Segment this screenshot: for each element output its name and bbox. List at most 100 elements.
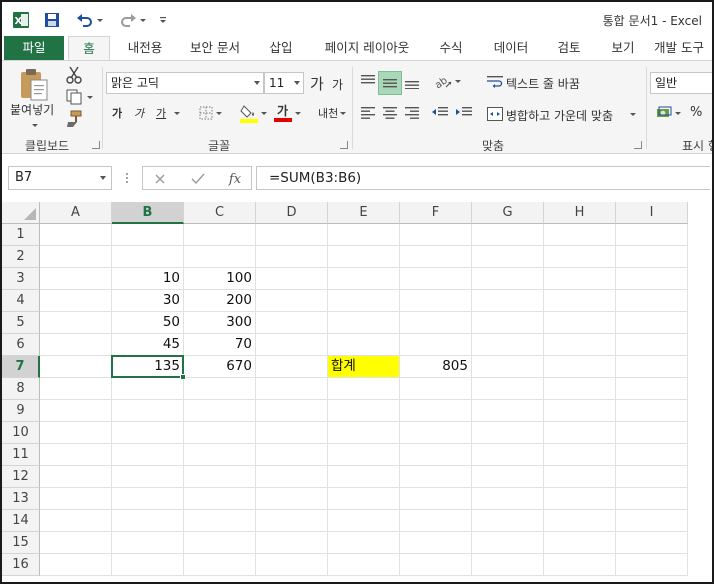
cell-g10[interactable] bbox=[472, 422, 544, 444]
cell-f6[interactable] bbox=[400, 334, 472, 356]
cell-a16[interactable] bbox=[40, 554, 112, 576]
cell-i15[interactable] bbox=[616, 532, 688, 554]
cell-g1[interactable] bbox=[472, 224, 544, 246]
cell-i13[interactable] bbox=[616, 488, 688, 510]
orientation-icon[interactable]: ab bbox=[432, 71, 462, 91]
border-icon[interactable] bbox=[196, 103, 224, 123]
cell-h13[interactable] bbox=[544, 488, 616, 510]
cell-b3[interactable]: 10 bbox=[112, 268, 184, 290]
cell-h3[interactable] bbox=[544, 268, 616, 290]
column-header-c[interactable]: C bbox=[184, 202, 256, 224]
cancel-icon[interactable] bbox=[151, 170, 169, 188]
cell-f9[interactable] bbox=[400, 400, 472, 422]
cell-e12[interactable] bbox=[328, 466, 400, 488]
column-header-d[interactable]: D bbox=[256, 202, 328, 224]
cell-c2[interactable] bbox=[184, 246, 256, 268]
enter-icon[interactable] bbox=[189, 170, 207, 188]
alignment-launcher-icon[interactable] bbox=[634, 141, 642, 149]
paste-label[interactable]: 붙여넣기 bbox=[10, 101, 54, 118]
column-header-h[interactable]: H bbox=[544, 202, 616, 224]
cell-c8[interactable] bbox=[184, 378, 256, 400]
cell-d11[interactable] bbox=[256, 444, 328, 466]
row-header-9[interactable]: 9 bbox=[2, 400, 40, 422]
cell-a8[interactable] bbox=[40, 378, 112, 400]
cell-b5[interactable]: 50 bbox=[112, 312, 184, 334]
cell-c12[interactable] bbox=[184, 466, 256, 488]
format-painter-icon[interactable] bbox=[64, 109, 84, 129]
cell-h8[interactable] bbox=[544, 378, 616, 400]
cell-e4[interactable] bbox=[328, 290, 400, 312]
column-header-f[interactable]: F bbox=[400, 202, 472, 224]
tab-data[interactable]: 데이터 bbox=[482, 36, 540, 60]
fill-handle[interactable] bbox=[180, 374, 186, 380]
cell-d10[interactable] bbox=[256, 422, 328, 444]
wrap-text-button[interactable]: 텍스트 줄 바꿈 bbox=[506, 75, 580, 92]
cell-c9[interactable] bbox=[184, 400, 256, 422]
cell-a13[interactable] bbox=[40, 488, 112, 510]
cell-b6[interactable]: 45 bbox=[112, 334, 184, 356]
customize-qat-icon[interactable] bbox=[158, 10, 168, 30]
cell-f10[interactable] bbox=[400, 422, 472, 444]
tab-review[interactable]: 검토 bbox=[546, 36, 592, 60]
column-header-i[interactable]: I bbox=[616, 202, 688, 224]
cell-e2[interactable] bbox=[328, 246, 400, 268]
formula-input[interactable]: =SUM(B3:B6) bbox=[256, 166, 710, 190]
cell-g6[interactable] bbox=[472, 334, 544, 356]
cell-f3[interactable] bbox=[400, 268, 472, 290]
tab-file[interactable]: 파일 bbox=[4, 36, 64, 60]
cell-i10[interactable] bbox=[616, 422, 688, 444]
phonetic-button[interactable]: 내천 bbox=[318, 105, 338, 121]
cell-b15[interactable] bbox=[112, 532, 184, 554]
cell-i3[interactable] bbox=[616, 268, 688, 290]
undo-icon[interactable] bbox=[76, 10, 94, 30]
cell-h5[interactable] bbox=[544, 312, 616, 334]
cell-a7[interactable] bbox=[40, 356, 112, 378]
cell-b12[interactable] bbox=[112, 466, 184, 488]
tab-home[interactable]: 홈 bbox=[68, 36, 110, 60]
cell-b7[interactable]: 135 bbox=[112, 356, 184, 378]
cell-e3[interactable] bbox=[328, 268, 400, 290]
cell-h16[interactable] bbox=[544, 554, 616, 576]
shrink-font-button[interactable]: 가 bbox=[332, 76, 343, 93]
cell-e8[interactable] bbox=[328, 378, 400, 400]
cell-b14[interactable] bbox=[112, 510, 184, 532]
column-header-b[interactable]: B bbox=[112, 202, 184, 224]
row-header-2[interactable]: 2 bbox=[2, 246, 40, 268]
cell-d4[interactable] bbox=[256, 290, 328, 312]
cell-h4[interactable] bbox=[544, 290, 616, 312]
increase-indent-icon[interactable] bbox=[454, 103, 474, 123]
tab-formulas[interactable]: 수식 bbox=[426, 36, 476, 60]
paste-dropdown-icon[interactable] bbox=[30, 121, 40, 129]
cell-h12[interactable] bbox=[544, 466, 616, 488]
merge-center-icon[interactable] bbox=[486, 105, 504, 123]
tab-developer[interactable]: 개발 도구 bbox=[654, 36, 712, 60]
cell-d1[interactable] bbox=[256, 224, 328, 246]
merge-center-button[interactable]: 병합하고 가운데 맞춤 bbox=[506, 107, 613, 124]
align-middle-icon[interactable] bbox=[378, 71, 402, 95]
redo-dropdown-icon[interactable] bbox=[137, 10, 146, 30]
bold-button[interactable]: 가 bbox=[112, 105, 122, 121]
cell-e10[interactable] bbox=[328, 422, 400, 444]
tab-insert[interactable]: 삽입 bbox=[258, 36, 304, 60]
cell-a10[interactable] bbox=[40, 422, 112, 444]
cell-e13[interactable] bbox=[328, 488, 400, 510]
cell-g11[interactable] bbox=[472, 444, 544, 466]
cell-b16[interactable] bbox=[112, 554, 184, 576]
cell-i5[interactable] bbox=[616, 312, 688, 334]
row-header-6[interactable]: 6 bbox=[2, 334, 40, 356]
cell-i9[interactable] bbox=[616, 400, 688, 422]
cell-e15[interactable] bbox=[328, 532, 400, 554]
cell-g16[interactable] bbox=[472, 554, 544, 576]
paste-icon[interactable] bbox=[16, 67, 50, 103]
cell-d5[interactable] bbox=[256, 312, 328, 334]
cell-b11[interactable] bbox=[112, 444, 184, 466]
accounting-format-icon[interactable] bbox=[654, 103, 682, 123]
cell-g9[interactable] bbox=[472, 400, 544, 422]
cell-i14[interactable] bbox=[616, 510, 688, 532]
align-right-icon[interactable] bbox=[402, 103, 422, 123]
row-header-12[interactable]: 12 bbox=[2, 466, 40, 488]
cell-c4[interactable]: 200 bbox=[184, 290, 256, 312]
cell-f7[interactable]: 805 bbox=[400, 356, 472, 378]
cell-g8[interactable] bbox=[472, 378, 544, 400]
number-format-combo[interactable]: 일반 bbox=[650, 72, 712, 94]
